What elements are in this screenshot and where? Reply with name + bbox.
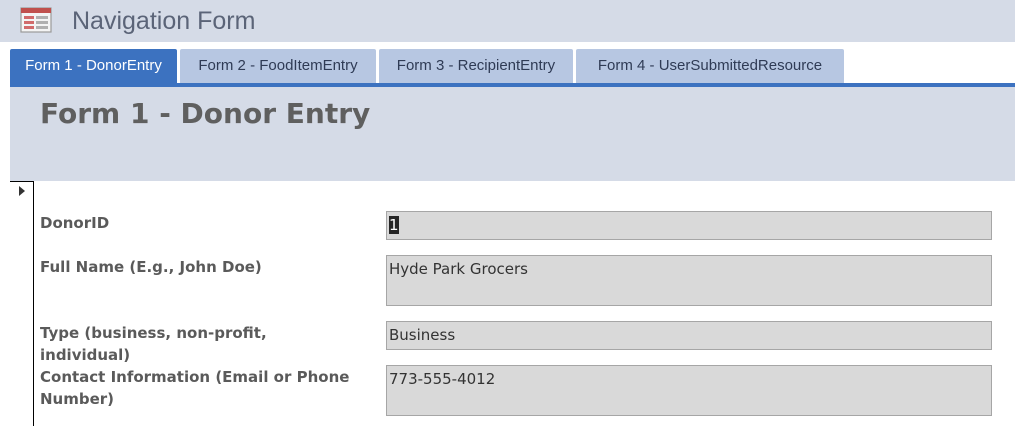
type-field[interactable]: Business <box>386 321 992 350</box>
donor-id-value: 1 <box>389 216 399 234</box>
record-detail: DonorID 1 Full Name (E.g., John Doe) Hyd… <box>10 181 1015 426</box>
full-name-label: Full Name (E.g., John Doe) <box>40 258 262 276</box>
navigation-tabs: Form 1 - DonorEntry Form 2 - FoodItemEnt… <box>0 42 1015 83</box>
donor-id-field[interactable]: 1 <box>386 211 992 240</box>
form-title: Form 1 - Donor Entry <box>40 97 371 130</box>
title-bar: Navigation Form <box>0 0 1015 42</box>
form-header: Form 1 - Donor Entry <box>10 87 1015 181</box>
type-label: Type (business, non-profit, individual) <box>40 324 267 364</box>
tab-form-4-user-submitted-resource[interactable]: Form 4 - UserSubmittedResource <box>576 49 844 83</box>
tab-form-3-recipient-entry[interactable]: Form 3 - RecipientEntry <box>379 49 573 83</box>
contact-information-field[interactable]: 773-555-4012 <box>386 365 992 416</box>
donor-id-label: DonorID <box>40 214 110 232</box>
window-title: Navigation Form <box>72 7 256 35</box>
current-record-arrow-icon <box>19 186 25 196</box>
tab-form-1-donor-entry[interactable]: Form 1 - DonorEntry <box>10 49 177 83</box>
record-selector[interactable] <box>10 181 34 426</box>
contact-information-label: Contact Information (Email or Phone Numb… <box>40 368 350 408</box>
full-name-field[interactable]: Hyde Park Grocers <box>386 255 992 306</box>
navigation-form-window: Navigation Form Form 1 - DonorEntry Form… <box>0 0 1015 426</box>
navigation-form-icon <box>20 7 52 33</box>
tab-form-2-food-item-entry[interactable]: Form 2 - FoodItemEntry <box>180 49 376 83</box>
